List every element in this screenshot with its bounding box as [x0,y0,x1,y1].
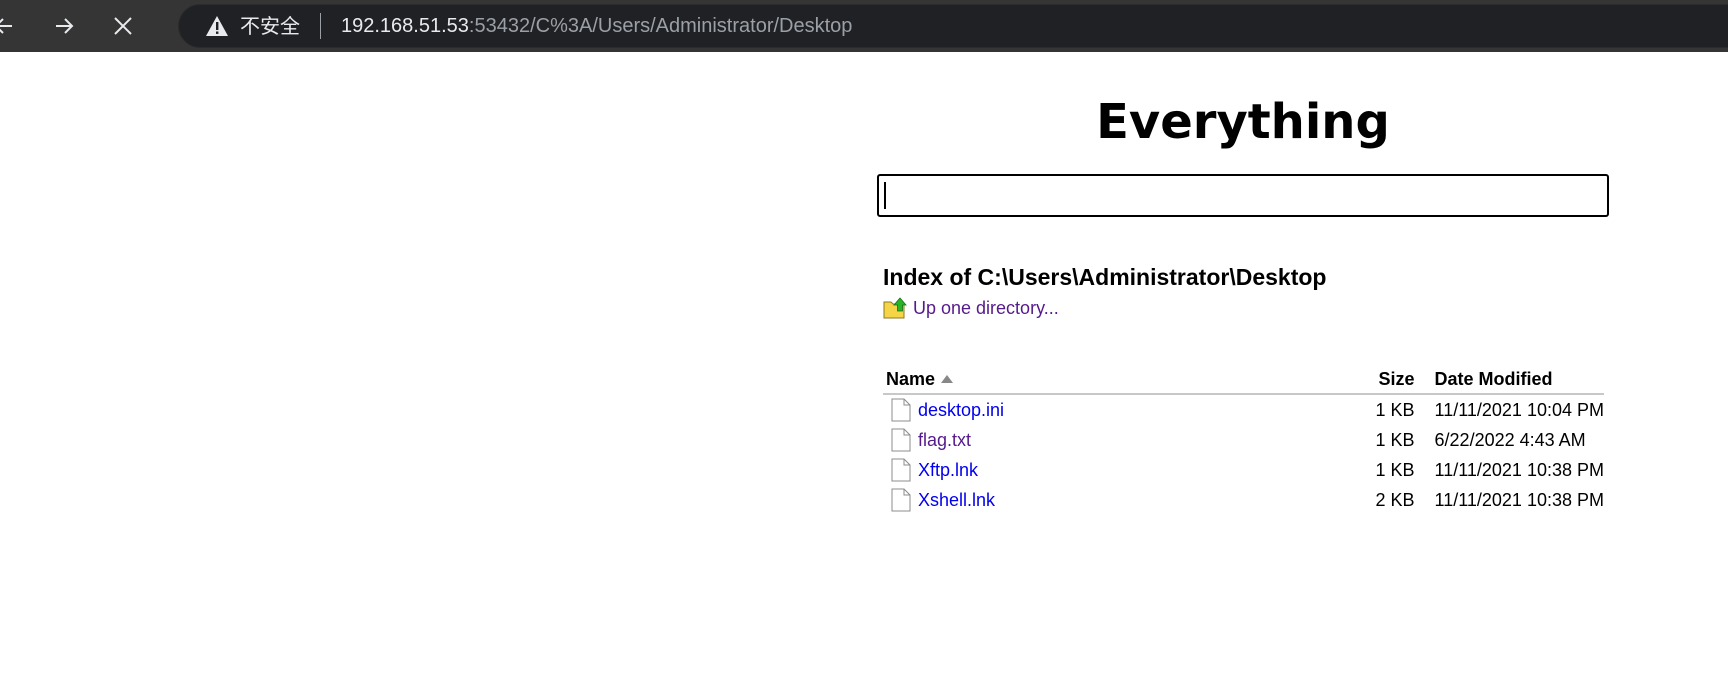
file-date-cell: 11/11/2021 10:38 PM [1434,489,1604,510]
arrow-right-icon [56,18,74,34]
file-name-cell: Xftp.lnk [883,455,1335,485]
up-directory-link[interactable]: Up one directory... [883,295,1059,321]
column-header-name-label: Name [886,368,936,389]
table-header-row: Name Size Date Modified [883,365,1604,395]
folder-up-icon [883,297,907,319]
close-icon [114,17,132,35]
warning-triangle-icon [206,16,228,36]
up-directory-label: Up one directory... [913,297,1059,318]
file-icon [891,488,911,512]
file-size-cell: 1 KB [1375,429,1415,450]
security-indicator[interactable] [205,14,229,38]
file-icon [891,428,911,452]
file-link[interactable]: flag.txt [918,430,971,451]
column-header-size[interactable]: Size [1335,365,1415,395]
file-link[interactable]: Xshell.lnk [918,490,995,511]
text-caret [884,182,886,209]
url-host: 192.168.51.53 [341,15,469,37]
file-size-cell: 1 KB [1375,459,1415,480]
column-header-name[interactable]: Name [883,365,1336,395]
address-bar-divider [320,13,321,39]
search-input[interactable] [877,174,1609,217]
stop-loading-button[interactable] [101,4,145,48]
browser-toolbar: 不安全 192.168.51.53:53432/C%3A/Users/Admin… [0,0,1728,52]
file-link[interactable]: desktop.ini [918,400,1004,421]
file-date-cell: 11/11/2021 10:38 PM [1434,459,1604,480]
sort-ascending-icon [941,374,954,383]
everything-logo: Everything [1096,94,1390,150]
table-row: flag.txt 1 KB 6/22/2022 4:43 AM [883,425,1604,455]
file-listing-table: Name Size Date Modified desktop.ini 1 KB… [883,365,1604,515]
file-icon [891,398,911,422]
file-date-cell: 6/22/2022 4:43 AM [1434,429,1586,450]
column-header-date-modified[interactable]: Date Modified [1414,365,1604,395]
file-size-cell: 2 KB [1375,489,1415,510]
file-name-cell: flag.txt [883,425,1335,455]
security-status-label[interactable]: 不安全 [240,13,300,39]
file-icon [891,458,911,482]
table-row: Xftp.lnk 1 KB 11/11/2021 10:38 PM [883,455,1604,485]
table-row: desktop.ini 1 KB 11/11/2021 10:04 PM [883,394,1604,425]
back-button[interactable] [0,4,26,48]
file-size-cell: 1 KB [1375,399,1415,420]
arrow-left-icon [0,18,12,34]
index-title: Index of C:\Users\Administrator\Desktop [883,264,1327,290]
forward-button[interactable] [42,4,86,48]
file-link[interactable]: Xftp.lnk [918,460,978,481]
file-name-cell: Xshell.lnk [883,485,1335,515]
file-name-cell: desktop.ini [883,394,1335,425]
url-text[interactable]: 192.168.51.53:53432/C%3A/Users/Administr… [341,13,852,39]
url-path: :53432/C%3A/Users/Administrator/Desktop [468,15,853,37]
table-row: Xshell.lnk 2 KB 11/11/2021 10:38 PM [883,485,1604,515]
file-date-cell: 11/11/2021 10:04 PM [1434,399,1604,420]
